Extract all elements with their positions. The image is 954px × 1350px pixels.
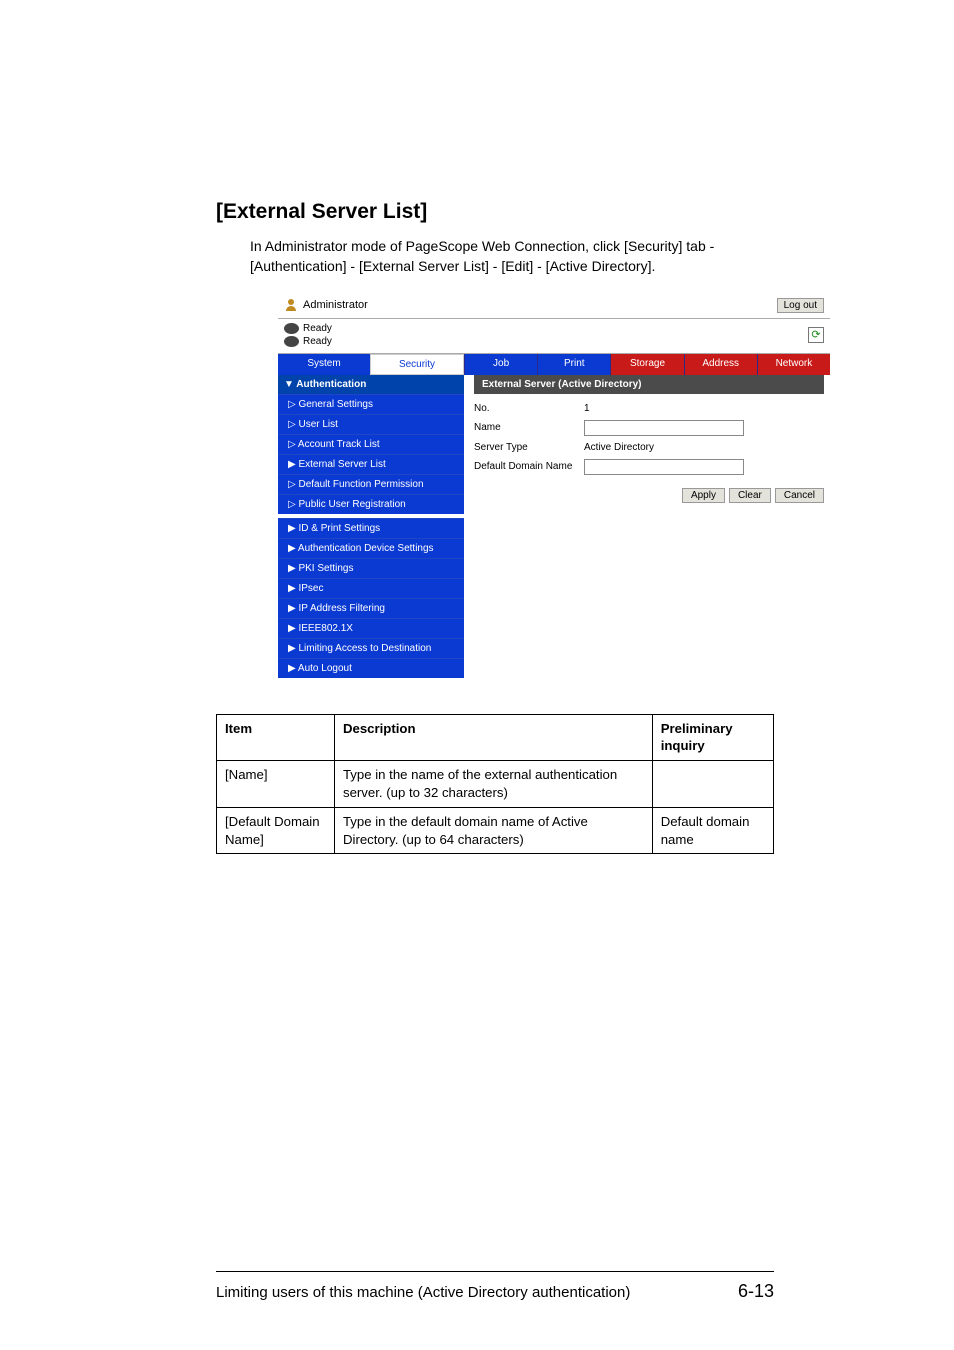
td-description: Type in the name of the external authent…: [334, 761, 652, 808]
status-ready-1: Ready: [303, 323, 332, 334]
sidebar-header-authentication[interactable]: ▼ Authentication: [278, 375, 464, 394]
tab-print[interactable]: Print: [537, 354, 610, 375]
sidebar-item-account-track[interactable]: ▷ Account Track List: [278, 434, 464, 454]
sidebar-item-external-server[interactable]: ▶ External Server List: [278, 454, 464, 474]
tab-system[interactable]: System: [278, 354, 370, 375]
td-prelim: Default domain name: [652, 807, 773, 854]
user-label: Administrator: [303, 299, 368, 311]
refresh-icon[interactable]: ⟳: [808, 327, 824, 343]
form-label-no: No.: [474, 403, 584, 414]
sidebar-item-auto-logout[interactable]: ▶ Auto Logout: [278, 658, 464, 678]
status-ready-2: Ready: [303, 336, 332, 347]
admin-screenshot: Administrator Log out Ready Ready ⟳ Syst…: [278, 293, 830, 678]
th-item: Item: [217, 714, 335, 761]
td-prelim: [652, 761, 773, 808]
tab-storage[interactable]: Storage: [610, 354, 683, 375]
name-input[interactable]: [584, 420, 744, 436]
cancel-button[interactable]: Cancel: [775, 488, 824, 503]
status-dot-icon: [284, 336, 299, 347]
logout-button[interactable]: Log out: [777, 298, 824, 313]
sidebar-item-id-print[interactable]: ▶ ID & Print Settings: [278, 518, 464, 538]
tab-address[interactable]: Address: [684, 354, 757, 375]
sidebar-item-auth-device[interactable]: ▶ Authentication Device Settings: [278, 538, 464, 558]
table-row: [Name] Type in the name of the external …: [217, 761, 774, 808]
sidebar-item-ipsec[interactable]: ▶ IPsec: [278, 578, 464, 598]
sidebar-item-pki[interactable]: ▶ PKI Settings: [278, 558, 464, 578]
page-number: 6-13: [738, 1281, 774, 1302]
user-icon: [284, 297, 298, 314]
table-row: [Default Domain Name] Type in the defaul…: [217, 807, 774, 854]
sidebar-item-public-user[interactable]: ▷ Public User Registration: [278, 494, 464, 514]
apply-button[interactable]: Apply: [682, 488, 725, 503]
status-dot-icon: [284, 323, 299, 334]
th-prelim: Preliminary inquiry: [652, 714, 773, 761]
tab-security[interactable]: Security: [370, 354, 464, 375]
td-item: [Default Domain Name]: [217, 807, 335, 854]
tab-network[interactable]: Network: [757, 354, 830, 375]
sidebar-item-limiting-access[interactable]: ▶ Limiting Access to Destination: [278, 638, 464, 658]
td-item: [Name]: [217, 761, 335, 808]
sidebar-item-general-settings[interactable]: ▷ General Settings: [278, 394, 464, 414]
sidebar-item-user-list[interactable]: ▷ User List: [278, 414, 464, 434]
section-heading: [External Server List]: [216, 200, 774, 224]
form-label-server-type: Server Type: [474, 442, 584, 453]
td-description: Type in the default domain name of Activ…: [334, 807, 652, 854]
th-description: Description: [334, 714, 652, 761]
tab-job[interactable]: Job: [464, 354, 537, 375]
intro-paragraph: In Administrator mode of PageScope Web C…: [250, 236, 774, 277]
form-label-name: Name: [474, 422, 584, 433]
clear-button[interactable]: Clear: [729, 488, 771, 503]
footer-text: Limiting users of this machine (Active D…: [216, 1284, 630, 1301]
form-value-no: 1: [584, 403, 824, 414]
panel-title: External Server (Active Directory): [474, 375, 824, 394]
sidebar-item-ip-filtering[interactable]: ▶ IP Address Filtering: [278, 598, 464, 618]
form-label-ddn: Default Domain Name: [474, 461, 584, 472]
default-domain-input[interactable]: [584, 459, 744, 475]
sidebar-item-default-function[interactable]: ▷ Default Function Permission: [278, 474, 464, 494]
footer-rule: [216, 1271, 774, 1272]
description-table: Item Description Preliminary inquiry [Na…: [216, 714, 774, 855]
sidebar-item-ieee8021x[interactable]: ▶ IEEE802.1X: [278, 618, 464, 638]
form-value-server-type: Active Directory: [584, 442, 824, 453]
